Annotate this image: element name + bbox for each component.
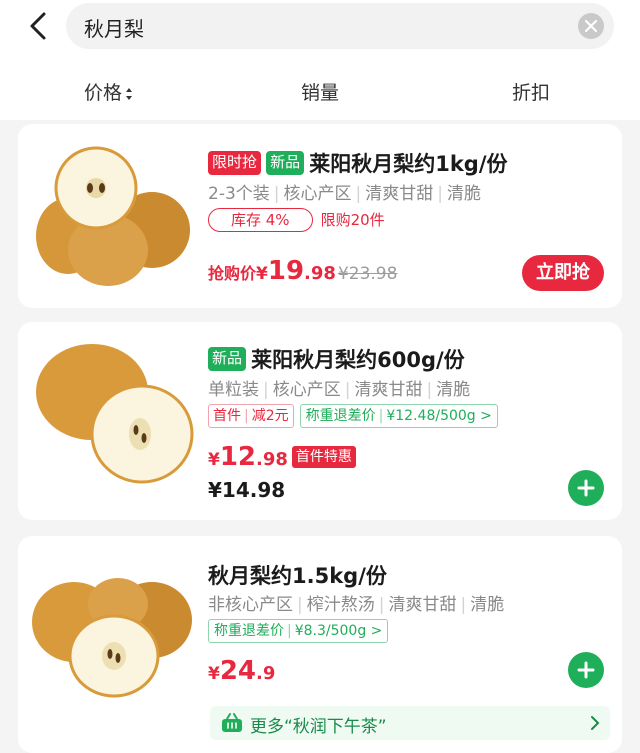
plus-icon bbox=[577, 479, 595, 497]
regular-price: ¥14.98 bbox=[208, 478, 286, 502]
product-title: 莱阳秋月梨约1kg/份 bbox=[309, 152, 508, 176]
attribute: 清脆 bbox=[446, 184, 481, 204]
sort-tab-label: 价格 bbox=[84, 82, 123, 104]
plus-icon bbox=[577, 661, 595, 679]
coupon-left: 首件 bbox=[213, 408, 241, 424]
more-collection-label: 更多“秋润下午茶” bbox=[250, 717, 387, 737]
weight-refund-label: 称重退差价 bbox=[305, 408, 376, 424]
product-attributes: 单粒装 | 核心产区 | 清爽甘甜 | 清脆 bbox=[208, 380, 471, 400]
attribute: 非核心产区 bbox=[208, 595, 293, 615]
currency-symbol: ¥ bbox=[208, 664, 220, 684]
attribute: 榨汁熬汤 bbox=[306, 595, 375, 615]
product-attributes: 2-3个装 | 核心产区 | 清爽甘甜 | 清脆 bbox=[208, 184, 481, 204]
product-card[interactable]: 新品 莱阳秋月梨约600g/份 单粒装 | 核心产区 | 清爽甘甜 | 清脆 首件 | 减2元称… bbox=[18, 322, 622, 520]
sort-arrows-icon bbox=[126, 87, 133, 100]
attribute: 清爽甘甜 bbox=[365, 184, 434, 204]
new-tag: 新品 bbox=[208, 347, 247, 371]
product-title: 秋月梨约1.5kg/份 bbox=[208, 564, 387, 588]
sort-tab-label: 折扣 bbox=[512, 82, 551, 104]
weight-refund-value: ¥12.48/500g bbox=[386, 408, 476, 424]
top-bar: 秋月梨 价格 销量 折扣 bbox=[0, 0, 640, 120]
currency-symbol: ¥ bbox=[208, 450, 220, 470]
price-integer: 12 bbox=[219, 442, 257, 472]
attribute: 清脆 bbox=[470, 595, 505, 615]
weight-refund-value: ¥8.3/500g bbox=[294, 623, 367, 639]
chevron-right-icon bbox=[591, 716, 600, 730]
buy-now-button[interactable]: 立即抢 bbox=[522, 255, 604, 291]
basket-icon bbox=[222, 713, 242, 732]
sort-tab-discount[interactable]: 折扣 bbox=[512, 78, 550, 105]
weight-refund-label: 称重退差价 bbox=[214, 623, 284, 639]
attribute: 清爽甘甜 bbox=[388, 595, 457, 615]
pear-image bbox=[32, 578, 192, 698]
price-integer: 24 bbox=[219, 656, 257, 686]
search-query: 秋月梨 bbox=[84, 17, 144, 41]
add-to-cart-button[interactable] bbox=[568, 470, 604, 506]
product-attributes: 非核心产区 | 榨汁熬汤 | 清爽甘甜 | 清脆 bbox=[208, 595, 505, 615]
attribute: 单粒装 bbox=[208, 380, 259, 400]
purchase-limit: 限购20件 bbox=[320, 211, 385, 229]
sort-tab-sales[interactable]: 销量 bbox=[301, 78, 339, 105]
currency-symbol: ¥ bbox=[256, 264, 268, 284]
coupon-right: 减2元 bbox=[251, 408, 289, 424]
search-input[interactable]: 秋月梨 bbox=[66, 3, 614, 49]
clear-icon[interactable] bbox=[578, 13, 604, 39]
product-card[interactable]: 限时抢 新品 莱阳秋月梨约1kg/份 2-3个装 | 核心产区 | 清爽甘甜 | 清脆 库存… bbox=[18, 124, 622, 308]
original-price: ¥23.98 bbox=[337, 264, 398, 284]
stock-badge: 库存 4% bbox=[208, 208, 313, 232]
flash-sale-tag: 限时抢 bbox=[208, 151, 262, 175]
add-to-cart-button[interactable] bbox=[568, 652, 604, 688]
pear-image bbox=[36, 344, 194, 484]
attribute: 核心产区 bbox=[283, 184, 352, 204]
sort-tab-label: 销量 bbox=[301, 82, 340, 104]
price-integer: 19 bbox=[267, 256, 305, 286]
sort-tab-price[interactable]: 价格 bbox=[84, 78, 133, 105]
price-decimal: .98 bbox=[256, 449, 288, 470]
first-order-badge: 首件特惠 bbox=[291, 446, 356, 468]
more-collection-link[interactable]: 更多“秋润下午茶” bbox=[210, 706, 610, 740]
first-order-coupon: 首件 | 减2元 bbox=[208, 404, 294, 428]
attribute: 核心产区 bbox=[272, 380, 341, 400]
attribute: 清爽甘甜 bbox=[354, 380, 423, 400]
weight-refund-badge[interactable]: 称重退差价 | ¥12.48/500g > bbox=[299, 404, 498, 428]
product-card[interactable]: 秋月梨约1.5kg/份 非核心产区 | 榨汁熬汤 | 清爽甘甜 | 清脆 称重退差价 | ¥8.… bbox=[18, 536, 622, 753]
attribute: 清脆 bbox=[436, 380, 471, 400]
pear-image bbox=[36, 146, 190, 286]
deal-price-label: 抢购价 bbox=[208, 264, 257, 283]
new-tag: 新品 bbox=[266, 151, 305, 175]
price-decimal: .9 bbox=[256, 663, 276, 684]
attribute: 2-3个装 bbox=[208, 184, 270, 204]
price-decimal: .98 bbox=[304, 263, 336, 284]
product-title: 莱阳秋月梨约600g/份 bbox=[251, 348, 465, 372]
weight-refund-badge[interactable]: 称重退差价 | ¥8.3/500g > bbox=[208, 619, 389, 643]
back-chevron-icon[interactable] bbox=[22, 8, 58, 44]
